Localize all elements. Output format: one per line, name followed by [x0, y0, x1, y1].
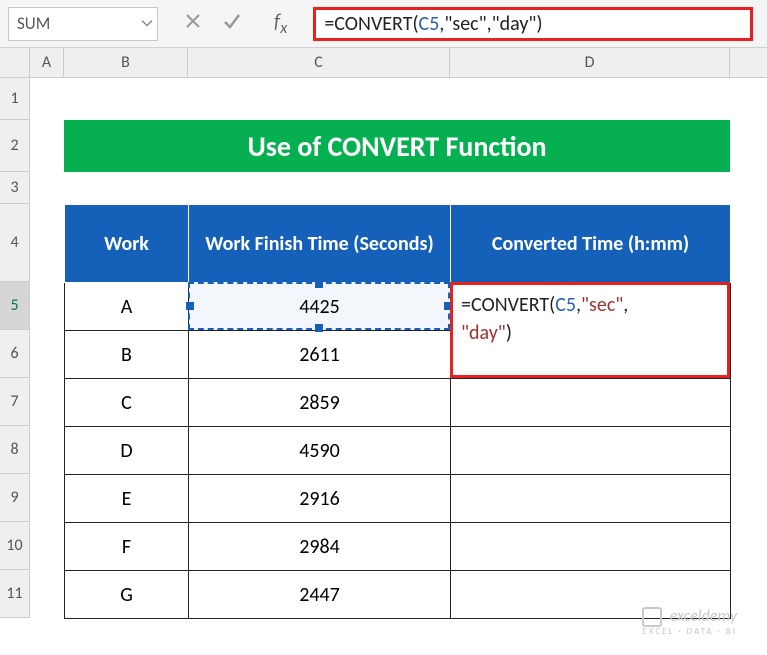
watermark-tagline: EXCEL · DATA · BI: [642, 627, 737, 637]
row-header-8[interactable]: 8: [0, 426, 30, 474]
watermark: exceldemy EXCEL · DATA · BI: [642, 607, 737, 637]
formula-arg3: "day": [492, 12, 537, 36]
watermark-icon: [642, 607, 662, 627]
data-table: Work Work Finish Time (Seconds) Converte…: [64, 204, 731, 619]
formula-ref: C5: [419, 12, 440, 36]
row-header-2[interactable]: 2: [0, 120, 30, 172]
table-row: F 2984: [65, 523, 731, 571]
cell-seconds[interactable]: 2611: [189, 331, 451, 379]
editor-ref: C5: [555, 293, 576, 317]
table-row: C 2859: [65, 379, 731, 427]
cell-work[interactable]: D: [65, 427, 189, 475]
title-banner: Use of CONVERT Function: [64, 120, 730, 172]
row-header-5[interactable]: 5: [0, 282, 30, 330]
formula-func: CONVERT: [334, 12, 412, 36]
cell-inline-editor[interactable]: =CONVERT(C5,"sec","day"): [450, 282, 730, 378]
cell-work[interactable]: B: [65, 331, 189, 379]
name-box[interactable]: SUM: [8, 7, 158, 41]
col-header-C[interactable]: C: [188, 48, 450, 77]
cell-work[interactable]: F: [65, 523, 189, 571]
col-header-D[interactable]: D: [450, 48, 730, 77]
editor-arg2: "sec": [581, 293, 623, 317]
col-header-B[interactable]: B: [64, 48, 188, 77]
cell-seconds[interactable]: 2859: [189, 379, 451, 427]
cell-seconds[interactable]: 4425: [189, 283, 451, 331]
cell-work[interactable]: A: [65, 283, 189, 331]
cell-seconds[interactable]: 2447: [189, 571, 451, 619]
spreadsheet-grid: 1 2 3 4 5 6 7 8 9 10 11 A B C D Use of C…: [0, 48, 767, 655]
editor-close: ): [506, 321, 512, 345]
row-header-4[interactable]: 4: [0, 204, 30, 282]
row-header-11[interactable]: 11: [0, 570, 30, 618]
row-header-7[interactable]: 7: [0, 378, 30, 426]
cancel-icon[interactable]: [184, 12, 202, 36]
table-header-row: Work Work Finish Time (Seconds) Converte…: [65, 205, 731, 283]
editor-func: CONVERT: [471, 293, 549, 317]
table-row: D 4590: [65, 427, 731, 475]
cell-converted[interactable]: [451, 379, 731, 427]
fx-icon[interactable]: fx: [274, 10, 287, 38]
col-header-A[interactable]: A: [30, 48, 64, 77]
row-header-3[interactable]: 3: [0, 172, 30, 204]
editor-sep2: ,: [623, 293, 628, 317]
header-work: Work: [65, 205, 189, 283]
table-row: E 2916: [65, 475, 731, 523]
row-header-10[interactable]: 10: [0, 522, 30, 570]
name-box-value: SUM: [17, 13, 50, 34]
row-header-1[interactable]: 1: [0, 78, 30, 120]
row-header-6[interactable]: 6: [0, 330, 30, 378]
formula-bar[interactable]: =CONVERT(C5,"sec","day"): [313, 7, 753, 41]
cell-work[interactable]: E: [65, 475, 189, 523]
row-header-column: 1 2 3 4 5 6 7 8 9 10 11: [0, 48, 30, 655]
sheet-body: A B C D Use of CONVERT Function Work Wor…: [30, 48, 767, 655]
enter-icon[interactable]: [222, 11, 242, 37]
cell-seconds[interactable]: 2916: [189, 475, 451, 523]
header-finish: Work Finish Time (Seconds): [189, 205, 451, 283]
editor-arg3: "day": [461, 321, 506, 345]
header-converted: Converted Time (h:mm): [451, 205, 731, 283]
cell-converted[interactable]: [451, 523, 731, 571]
cell-work[interactable]: G: [65, 571, 189, 619]
row-header-9[interactable]: 9: [0, 474, 30, 522]
select-all-corner[interactable]: [0, 48, 30, 78]
editor-prefix: =: [461, 293, 471, 317]
cell-converted[interactable]: [451, 427, 731, 475]
formula-action-icons: fx: [166, 10, 305, 38]
table-row: G 2447: [65, 571, 731, 619]
cell-seconds[interactable]: 4590: [189, 427, 451, 475]
watermark-brand: exceldemy: [670, 607, 737, 626]
formula-close: ): [536, 12, 542, 36]
column-headers: A B C D: [30, 48, 767, 78]
formula-prefix: =: [324, 12, 334, 36]
cell-work[interactable]: C: [65, 379, 189, 427]
chevron-down-icon[interactable]: [141, 13, 153, 34]
cell-converted[interactable]: [451, 475, 731, 523]
formula-ribbon: SUM fx =CONVERT(C5,"sec","day"): [0, 0, 767, 48]
cell-seconds[interactable]: 2984: [189, 523, 451, 571]
formula-arg2: "sec": [444, 12, 486, 36]
